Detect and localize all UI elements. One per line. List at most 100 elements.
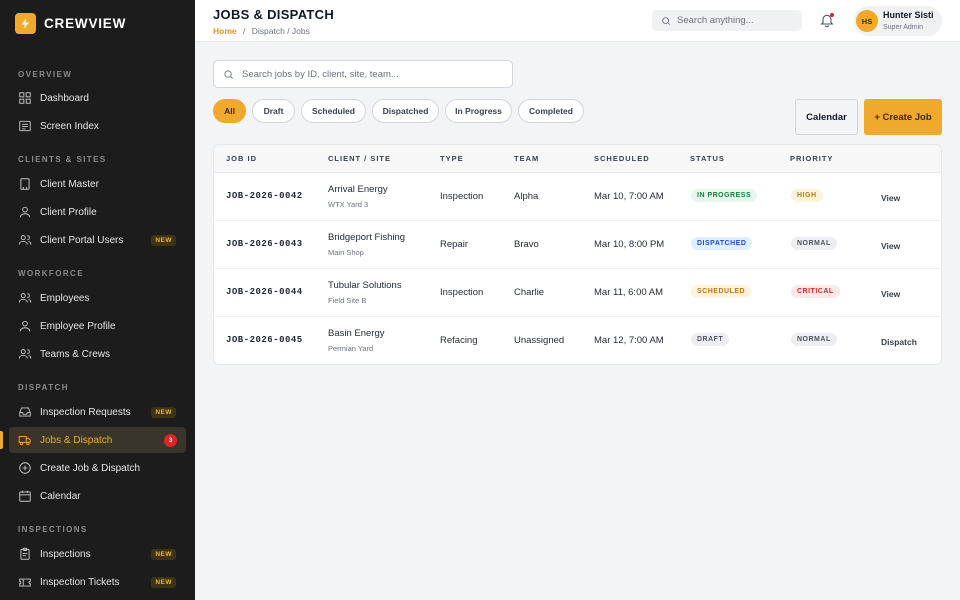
job-search[interactable]: [213, 60, 513, 88]
global-search-input[interactable]: [677, 15, 797, 26]
nav-section-clients: CLIENTS & SITES: [18, 155, 107, 164]
sidebar-item-label: Jobs & Dispatch: [40, 434, 113, 446]
sidebar-item-label: Screen Index: [40, 120, 99, 132]
view-job-button[interactable]: View: [881, 193, 900, 203]
table-row[interactable]: JOB-2026-0043 Bridgeport Fishing Main Sh…: [214, 221, 941, 269]
sidebar-item-employees[interactable]: Employees: [9, 285, 186, 311]
sidebar-item-inspection-tickets[interactable]: Inspection Tickets NEW: [9, 569, 186, 595]
sidebar-item-screen-index[interactable]: Screen Index: [9, 113, 186, 139]
job-id: JOB-2026-0042: [226, 191, 303, 201]
sidebar-item-dashboard[interactable]: Dashboard: [9, 85, 186, 111]
column-header-status[interactable]: STATUS: [690, 154, 725, 163]
team: Unassigned: [514, 335, 565, 346]
column-header-client-site[interactable]: CLIENT / SITE: [328, 154, 391, 163]
plus-circle-icon: [18, 461, 32, 475]
page-title: JOBS & DISPATCH: [213, 7, 335, 22]
sidebar-item-label: Calendar: [40, 490, 81, 502]
users-icon: [18, 347, 32, 361]
new-badge: NEW: [151, 406, 176, 418]
notifications-button[interactable]: [819, 12, 835, 28]
sidebar-item-create-job-dispatch[interactable]: Create Job & Dispatch: [9, 455, 186, 481]
dispatch-job-button[interactable]: Dispatch: [881, 337, 917, 347]
top-header: JOBS & DISPATCH Home / Dispatch / Jobs H…: [195, 0, 960, 42]
site-name: Field Site B: [328, 296, 367, 305]
screen-index-icon: [18, 119, 32, 133]
priority-badge: NORMAL: [791, 237, 837, 250]
sidebar-item-label: Client Master: [40, 178, 99, 190]
column-header-team[interactable]: TEAM: [514, 154, 539, 163]
sidebar: CREWVIEW OVERVIEW Dashboard Screen Index…: [0, 0, 195, 600]
status-badge: IN PROGRESS: [691, 189, 758, 202]
filter-dispatched[interactable]: Dispatched: [372, 99, 439, 123]
table-row[interactable]: JOB-2026-0042 Arrival Energy WTX Yard 3 …: [214, 173, 941, 221]
scheduled-time: Mar 10, 7:00 AM: [594, 191, 664, 202]
sidebar-item-calendar[interactable]: Calendar: [9, 483, 186, 509]
filter-in-progress[interactable]: In Progress: [445, 99, 512, 123]
column-header-scheduled[interactable]: SCHEDULED: [594, 154, 650, 163]
sidebar-item-label: Client Profile: [40, 206, 97, 218]
table-row[interactable]: JOB-2026-0044 Tubular Solutions Field Si…: [214, 269, 941, 317]
job-id: JOB-2026-0044: [226, 287, 303, 297]
sidebar-item-inspection-requests[interactable]: Inspection Requests NEW: [9, 399, 186, 425]
view-job-button[interactable]: View: [881, 241, 900, 251]
global-search[interactable]: [652, 10, 802, 31]
column-header-priority[interactable]: PRIORITY: [790, 154, 833, 163]
priority-badge: NORMAL: [791, 333, 837, 346]
job-type: Refacing: [440, 335, 478, 346]
brand[interactable]: CREWVIEW: [0, 0, 195, 46]
sidebar-item-client-portal-users[interactable]: Client Portal Users NEW: [9, 227, 186, 253]
new-badge: NEW: [151, 234, 176, 246]
nav-section-overview: OVERVIEW: [18, 70, 73, 79]
job-id: JOB-2026-0045: [226, 335, 303, 345]
status-badge: DISPATCHED: [691, 237, 753, 250]
new-badge: NEW: [151, 548, 176, 560]
user-icon: [18, 205, 32, 219]
job-type: Inspection: [440, 287, 484, 298]
calendar-button[interactable]: Calendar: [795, 99, 858, 135]
priority-badge: CRITICAL: [791, 285, 840, 298]
job-search-input[interactable]: [242, 68, 502, 80]
site-name: Main Shop: [328, 248, 364, 257]
breadcrumb-home-link[interactable]: Home: [213, 26, 237, 36]
user-name: Hunter Sisti: [883, 10, 934, 20]
view-job-button[interactable]: View: [881, 289, 900, 299]
status-badge: SCHEDULED: [691, 285, 752, 298]
calendar-icon: [18, 489, 32, 503]
filter-draft[interactable]: Draft: [252, 99, 295, 123]
users-icon: [18, 233, 32, 247]
status-badge: DRAFT: [691, 333, 730, 346]
status-filters: All Draft Scheduled Dispatched In Progre…: [213, 99, 590, 123]
sidebar-item-client-master[interactable]: Client Master: [9, 171, 186, 197]
sidebar-item-label: Create Job & Dispatch: [40, 462, 141, 474]
scheduled-time: Mar 10, 8:00 PM: [594, 239, 665, 250]
client-name: Arrival Energy: [328, 184, 388, 195]
column-header-type[interactable]: TYPE: [440, 154, 464, 163]
breadcrumb: Home / Dispatch / Jobs: [213, 26, 310, 36]
user-menu[interactable]: HS Hunter Sisti Super Admin: [854, 6, 942, 36]
sidebar-item-teams-crews[interactable]: Teams & Crews: [9, 341, 186, 367]
create-job-button[interactable]: + Create Job: [864, 99, 942, 135]
sidebar-item-label: Dashboard: [40, 92, 89, 104]
users-icon: [18, 291, 32, 305]
nav-section-dispatch: DISPATCH: [18, 383, 69, 392]
filter-all[interactable]: All: [213, 99, 246, 123]
truck-icon: [18, 433, 32, 447]
team: Bravo: [514, 239, 539, 250]
column-header-job-id[interactable]: JOB ID: [226, 154, 257, 163]
table-row[interactable]: JOB-2026-0045 Basin Energy Permian Yard …: [214, 317, 941, 364]
sidebar-item-jobs-dispatch[interactable]: Jobs & Dispatch 3: [0, 427, 186, 453]
job-id: JOB-2026-0043: [226, 239, 303, 249]
priority-badge: HIGH: [791, 189, 823, 202]
sidebar-item-inspections[interactable]: Inspections NEW: [9, 541, 186, 567]
search-icon: [661, 16, 671, 26]
nav-section-workforce: WORKFORCE: [18, 269, 84, 278]
sidebar-item-employee-profile[interactable]: Employee Profile: [9, 313, 186, 339]
scheduled-time: Mar 12, 7:00 AM: [594, 335, 664, 346]
filter-scheduled[interactable]: Scheduled: [301, 99, 366, 123]
sidebar-item-label: Inspection Requests: [40, 406, 131, 418]
nav-section-inspections: INSPECTIONS: [18, 525, 88, 534]
search-icon: [223, 69, 234, 80]
sidebar-item-client-profile[interactable]: Client Profile: [9, 199, 186, 225]
filter-completed[interactable]: Completed: [518, 99, 584, 123]
user-role: Super Admin: [883, 24, 924, 31]
